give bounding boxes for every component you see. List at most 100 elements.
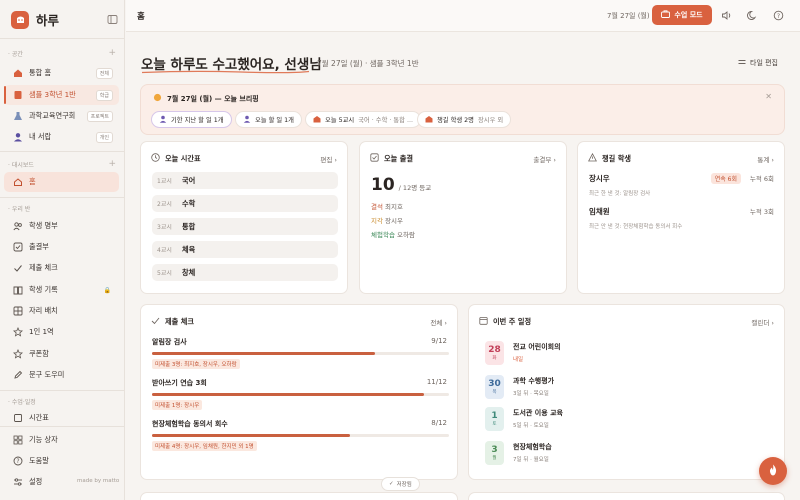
submission-item-name[interactable]: 현장체험학습 동의서 회수 bbox=[152, 419, 228, 429]
sidebar-space-integrated-home[interactable]: 통합 홈 전체 bbox=[4, 63, 119, 83]
checkbox-icon bbox=[370, 153, 379, 164]
sidebar-item-roles[interactable]: 1인 1역 bbox=[4, 322, 119, 342]
event-date-badge: 30 목 bbox=[485, 375, 504, 399]
briefing-title: 7월 27일 (월) — 오늘 브리핑 bbox=[153, 93, 259, 104]
watch-student-name[interactable]: 장시우 bbox=[589, 173, 610, 184]
ourclass-section-header: · 우리 반 bbox=[8, 206, 31, 213]
period-row[interactable]: 1교시 국어 bbox=[152, 172, 338, 189]
checkbox-icon bbox=[12, 242, 23, 253]
briefing-chip-today-todo[interactable]: 오늘 할 일 1개 bbox=[235, 111, 302, 128]
home-icon bbox=[12, 177, 23, 188]
missing-students: 미제출 3명: 최지호, 장시우, 오하람 bbox=[152, 359, 240, 369]
users-icon bbox=[12, 221, 23, 232]
sidebar-item-roster[interactable]: 학생 명부 bbox=[4, 216, 119, 236]
timetable-edit-link[interactable]: 편집 › bbox=[320, 154, 337, 164]
sidebar-collapse-icon[interactable] bbox=[105, 12, 119, 26]
svg-text:?: ? bbox=[16, 458, 19, 465]
clock-icon bbox=[151, 153, 160, 164]
watch-students-card: 챙길 학생 통계 › 장시우 연속 6회 누적 6회 최근 한 낸 것: 알림장… bbox=[577, 141, 785, 294]
period-row[interactable]: 3교시 통합 bbox=[152, 218, 338, 235]
home-icon bbox=[12, 68, 23, 79]
top-bar: 홈 7월 27일 (월) 수업 모드 ? bbox=[126, 0, 800, 32]
sound-icon[interactable] bbox=[720, 9, 733, 22]
sidebar-item-seating[interactable]: 자리 배치 bbox=[4, 301, 119, 321]
event-date-badge: 28 화 bbox=[485, 341, 504, 365]
briefing-chip-watch-students[interactable]: 챙길 학생 2명 장시우 외 bbox=[417, 111, 512, 128]
sidebar-item-coupons[interactable]: 쿠폰함 bbox=[4, 344, 119, 364]
period-row[interactable]: 4교시 체육 bbox=[152, 241, 338, 258]
sidebar-item-student-records[interactable]: 학생 기록 🔒 bbox=[4, 280, 119, 300]
submission-item-name[interactable]: 받아쓰기 연습 3회 bbox=[152, 378, 207, 388]
sidebar-space-research[interactable]: 과학교육연구회 프로젝트 bbox=[4, 106, 119, 126]
briefcase-icon bbox=[661, 10, 671, 20]
briefing-chip-overdue[interactable]: 기한 지난 할 일 1개 bbox=[151, 111, 232, 128]
event-title[interactable]: 도서관 이용 교육 bbox=[513, 408, 563, 418]
sidebar-space-class[interactable]: 샘플 3학년 1반 학급 bbox=[4, 85, 119, 105]
moon-icon[interactable] bbox=[746, 9, 759, 22]
period-row[interactable]: 2교시 수학 bbox=[152, 195, 338, 212]
attendance-card: 오늘 출결 출결부 › 10 / 12명 등교 결석 최지호 지각 장시우 체험… bbox=[359, 141, 567, 294]
person-icon bbox=[159, 115, 167, 125]
period-row[interactable]: 5교시 창체 bbox=[152, 264, 338, 281]
briefing-chip-periods[interactable]: 오늘 5교시 국어 · 수학 · 통합 ... bbox=[305, 111, 421, 128]
sidebar-item-attendance[interactable]: 출결부 bbox=[4, 237, 119, 257]
book-icon bbox=[12, 285, 23, 296]
star-icon bbox=[12, 349, 23, 360]
event-title[interactable]: 과학 수행평가 bbox=[513, 376, 554, 386]
submission-progress bbox=[152, 434, 449, 437]
submission-title: 제출 체크 bbox=[151, 316, 194, 327]
timetable-title: 오늘 시간표 bbox=[151, 153, 201, 164]
close-icon[interactable]: ✕ bbox=[765, 92, 772, 101]
submission-all-link[interactable]: 전체 › bbox=[430, 317, 447, 327]
calendar-link[interactable]: 캘린더 › bbox=[751, 317, 774, 327]
sidebar-item-help[interactable]: ? 도움말 bbox=[4, 451, 119, 471]
sidebar-space-drawer[interactable]: 내 서랍 개인 bbox=[4, 127, 119, 147]
event-title[interactable]: 전교 어린이회의 bbox=[513, 342, 561, 352]
add-space-icon[interactable]: + bbox=[108, 48, 116, 58]
sidebar-item-submission-check[interactable]: 제출 체크 bbox=[4, 258, 119, 278]
watch-count: 누적 6회 bbox=[749, 175, 774, 183]
next-card-partial bbox=[140, 492, 458, 500]
person-icon bbox=[243, 115, 251, 125]
attendance-title: 오늘 출결 bbox=[370, 153, 413, 164]
attendance-line-fieldtrip: 체험학습 오하람 bbox=[371, 231, 415, 239]
dashboard-section-header: · 대시보드 + bbox=[8, 159, 116, 169]
watch-stats-link[interactable]: 통계 › bbox=[757, 154, 774, 164]
event-title[interactable]: 현장체험학습 bbox=[513, 442, 552, 452]
add-dashboard-icon[interactable]: + bbox=[108, 159, 116, 169]
tile-edit-button[interactable]: 타일 편집 bbox=[738, 58, 778, 68]
school-icon bbox=[425, 115, 433, 125]
submission-count: 9/12 bbox=[431, 337, 447, 345]
sidebar-item-phrase-helper[interactable]: 문구 도우미 bbox=[4, 365, 119, 385]
sidebar-item-timetable[interactable]: 시간표 bbox=[4, 408, 119, 428]
class-mode-button[interactable]: 수업 모드 bbox=[652, 5, 712, 25]
spaces-section-header: · 공간 + bbox=[8, 48, 116, 58]
check-icon bbox=[151, 316, 160, 327]
streak-badge: 연속 6회 bbox=[710, 173, 741, 184]
event-date-badge: 1토 bbox=[485, 407, 504, 431]
check-icon bbox=[12, 263, 23, 274]
event-when: 내일 bbox=[513, 357, 524, 363]
next-card-partial bbox=[468, 492, 785, 500]
watch-student-name[interactable]: 임채원 bbox=[589, 206, 610, 217]
help-icon[interactable]: ? bbox=[772, 9, 785, 22]
briefing-banner: 7월 27일 (월) — 오늘 브리핑 ✕ 기한 지난 할 일 1개 오늘 할 … bbox=[140, 84, 785, 135]
app-logo[interactable]: 하루 bbox=[11, 10, 59, 29]
event-when: 3일 뒤 · 목요일 bbox=[513, 391, 549, 397]
event-date-badge: 3월 bbox=[485, 441, 504, 465]
event-when: 5일 뒤 · 토요일 bbox=[513, 423, 549, 429]
attendance-link[interactable]: 출결부 › bbox=[533, 154, 556, 164]
saved-indicator: ✓ 저장됨 bbox=[381, 477, 420, 491]
sidebar-item-settings[interactable]: 설정 bbox=[4, 472, 74, 492]
apps-icon bbox=[12, 435, 23, 446]
sidebar-item-home[interactable]: 홈 bbox=[4, 172, 119, 192]
sidebar-item-toolbox[interactable]: 기능 상자 bbox=[4, 430, 119, 450]
app-name: 하루 bbox=[36, 13, 60, 28]
logo-icon bbox=[11, 10, 29, 29]
submission-item-name[interactable]: 알림장 검사 bbox=[152, 337, 187, 347]
missing-students: 미제출 1명: 장시우 bbox=[152, 400, 203, 410]
attendance-line-late: 지각 장시우 bbox=[371, 217, 403, 225]
help-icon: ? bbox=[12, 456, 23, 467]
quick-action-fab[interactable] bbox=[759, 457, 787, 485]
flask-icon bbox=[12, 111, 23, 122]
